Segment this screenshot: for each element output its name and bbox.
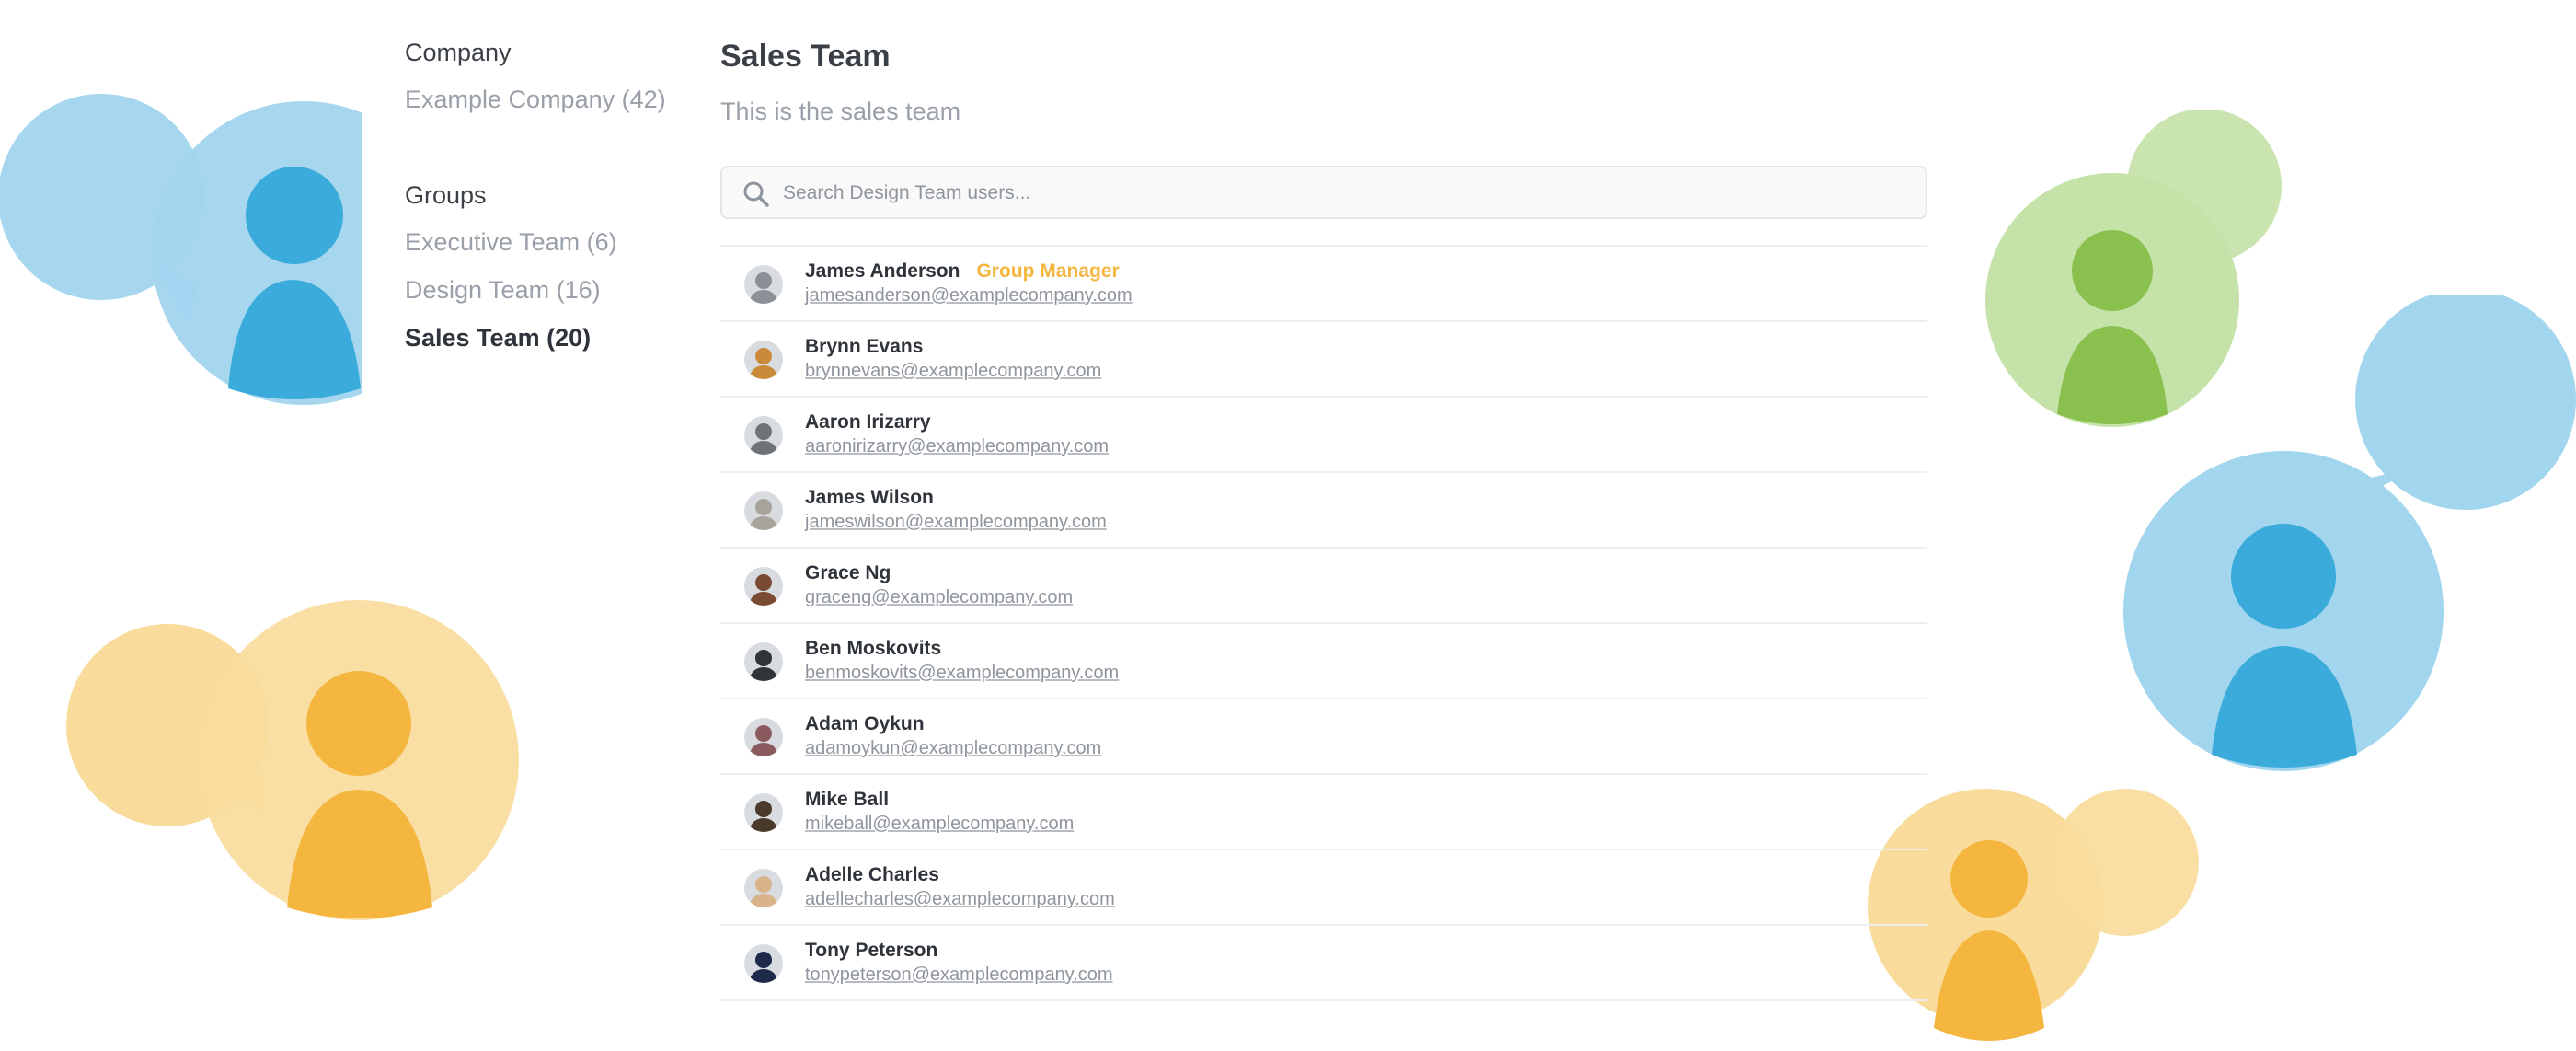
user-name: James Wilson: [805, 487, 934, 508]
user-name: James Anderson: [805, 260, 960, 282]
groups-list: Executive Team (6) Design Team (16) Sales …: [405, 226, 681, 353]
user-row[interactable]: James Wilson jameswilson@examplecompany.c…: [720, 473, 1927, 549]
user-info: Grace Ng graceng@examplecompany.com: [805, 561, 1073, 609]
page-title: Sales Team: [720, 39, 891, 74]
user-name: Brynn Evans: [805, 336, 924, 357]
company-heading: Company: [405, 39, 512, 66]
user-name: Ben Moskovits: [805, 638, 942, 659]
user-row[interactable]: Tony Peterson tonypeterson@examplecompany…: [720, 926, 1927, 1001]
user-name: Tony Peterson: [805, 940, 938, 961]
user-avatar: [744, 793, 783, 832]
user-info: Mike Ball mikeball@examplecompany.com: [805, 788, 1074, 836]
user-avatar: [744, 869, 783, 907]
user-email-link[interactable]: aaronirizarry@examplecompany.com: [805, 434, 1109, 458]
groups-heading: Groups: [405, 181, 487, 209]
user-avatar: [744, 718, 783, 756]
user-row[interactable]: Brynn Evans brynnevans@examplecompany.com: [720, 322, 1927, 398]
user-avatar: [744, 642, 783, 681]
user-name: Aaron Irizarry: [805, 411, 931, 433]
user-row[interactable]: Mike Ball mikeball@examplecompany.com: [720, 775, 1927, 850]
user-avatar: [744, 944, 783, 983]
user-info: Ben Moskovits benmoskovits@examplecompany…: [805, 637, 1119, 685]
main-content: Sales Team This is the sales team James …: [720, 35, 1927, 1001]
user-avatar: [744, 265, 783, 304]
user-row[interactable]: Aaron Irizarry aaronirizarry@examplecompa…: [720, 398, 1927, 473]
user-info: Brynn Evans brynnevans@examplecompany.com: [805, 335, 1101, 383]
user-info: James Wilson jameswilson@examplecompany.c…: [805, 486, 1107, 534]
user-row[interactable]: James Anderson Group Manager jamesanderson…: [720, 247, 1927, 322]
user-email-link[interactable]: mikeball@examplecompany.com: [805, 812, 1074, 836]
user-name: Grace Ng: [805, 562, 891, 583]
user-email-link[interactable]: brynnevans@examplecompany.com: [805, 359, 1101, 383]
user-email-link[interactable]: graceng@examplecompany.com: [805, 585, 1073, 609]
role-badge: Group Manager: [976, 260, 1120, 282]
user-avatar: [744, 491, 783, 530]
user-avatar: [744, 567, 783, 606]
page-subtitle: This is the sales team: [720, 98, 961, 125]
person-bubble-blue-right-icon: [2122, 295, 2576, 777]
user-email-link[interactable]: benmoskovits@examplecompany.com: [805, 661, 1119, 685]
user-info: Adam Oykun adamoykun@examplecompany.com: [805, 712, 1101, 760]
search-box[interactable]: [720, 166, 1927, 219]
user-email-link[interactable]: adellecharles@examplecompany.com: [805, 887, 1115, 911]
user-avatar: [744, 416, 783, 455]
user-name: Mike Ball: [805, 789, 890, 810]
sidebar-group-link[interactable]: Sales Team (20): [405, 322, 681, 353]
user-row[interactable]: Adam Oykun adamoykun@examplecompany.com: [720, 699, 1927, 775]
user-email-link[interactable]: jamesanderson@examplecompany.com: [805, 283, 1133, 307]
sidebar-company-link[interactable]: Example Company (42): [405, 84, 681, 115]
user-name: Adam Oykun: [805, 713, 925, 734]
person-bubble-yellow-icon: [66, 596, 526, 922]
person-bubble-blue-icon: [0, 92, 362, 405]
user-info: James Anderson Group Manager jamesanderson…: [805, 260, 1133, 307]
user-list: James Anderson Group Manager jamesanderson…: [720, 245, 1927, 1001]
user-email-link[interactable]: adamoykun@examplecompany.com: [805, 736, 1101, 760]
user-row[interactable]: Adelle Charles adellecharles@examplecompa…: [720, 850, 1927, 926]
sidebar: Company Example Company (42) Groups Exec…: [405, 37, 681, 370]
user-email-link[interactable]: jameswilson@examplecompany.com: [805, 510, 1107, 534]
user-info: Tony Peterson tonypeterson@examplecompany…: [805, 939, 1113, 987]
search-input[interactable]: [781, 167, 1889, 219]
user-row[interactable]: Grace Ng graceng@examplecompany.com: [720, 549, 1927, 624]
search-icon: [742, 180, 770, 208]
user-row[interactable]: Ben Moskovits benmoskovits@examplecompany…: [720, 624, 1927, 699]
user-name: Adelle Charles: [805, 864, 939, 885]
sidebar-group-link[interactable]: Design Team (16): [405, 274, 681, 306]
user-info: Aaron Irizarry aaronirizarry@examplecompa…: [805, 410, 1109, 458]
user-info: Adelle Charles adellecharles@examplecompa…: [805, 863, 1115, 911]
user-avatar: [744, 341, 783, 379]
user-email-link[interactable]: tonypeterson@examplecompany.com: [805, 963, 1113, 987]
sidebar-group-link[interactable]: Executive Team (6): [405, 226, 681, 258]
